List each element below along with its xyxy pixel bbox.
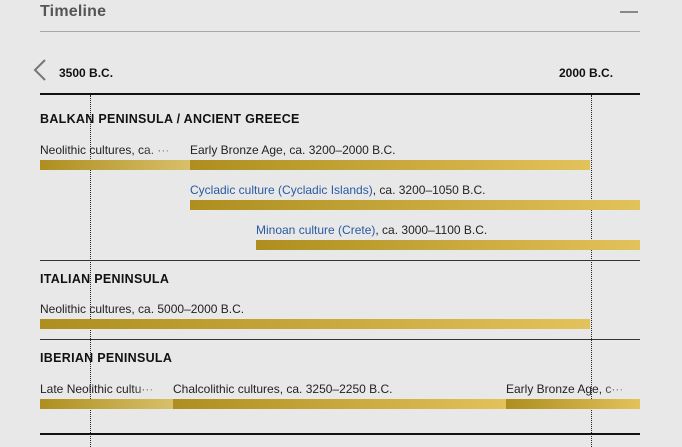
- date-range: , ca. 3200–1050 B.C.: [372, 183, 486, 197]
- timeline-item-label[interactable]: Late Neolithic cultu···: [40, 382, 170, 396]
- region-title-balkan: BALKAN PENINSULA / ANCIENT GREECE: [40, 112, 300, 126]
- region-title-iberian: IBERIAN PENINSULA: [40, 351, 173, 365]
- timeline-item-label[interactable]: Early Bronze Age, c···: [506, 382, 640, 396]
- timeline-bar[interactable]: [40, 319, 590, 329]
- axis-start-label: 3500 B.C.: [59, 66, 114, 80]
- timeline-bar[interactable]: [40, 160, 190, 170]
- timeline-bar[interactable]: [190, 200, 640, 210]
- header-divider: [40, 31, 640, 32]
- cycladic-link[interactable]: Cycladic culture (Cycladic Islands): [190, 183, 373, 197]
- timeline-bar[interactable]: [190, 160, 590, 170]
- timeline-item-label[interactable]: Early Bronze Age, ca. 3200–2000 B.C.: [190, 143, 395, 157]
- timeline-item-label[interactable]: Neolithic cultures, ca. ···: [40, 143, 186, 157]
- chevron-left-icon[interactable]: [31, 58, 51, 82]
- region-divider: [40, 339, 640, 340]
- region-title-italian: ITALIAN PENINSULA: [40, 272, 170, 286]
- timeline-bar[interactable]: [173, 399, 506, 409]
- region-divider: [40, 260, 640, 261]
- timeline-bar[interactable]: [40, 399, 173, 409]
- axis-rule: [40, 93, 640, 95]
- timeline-bar[interactable]: [256, 240, 640, 250]
- timeline-item-label[interactable]: Chalcolithic cultures, ca. 3250–2250 B.C…: [173, 382, 392, 396]
- timeline-item-label[interactable]: Neolithic cultures, ca. 5000–2000 B.C.: [40, 302, 244, 316]
- collapse-icon[interactable]: [620, 11, 638, 13]
- minoan-link[interactable]: Minoan culture (Crete): [256, 223, 375, 237]
- timeline-item-label[interactable]: Minoan culture (Crete), ca. 3000–1100 B.…: [256, 223, 487, 237]
- timeline-bar[interactable]: [506, 399, 640, 409]
- region-divider: [40, 433, 640, 435]
- axis-end-label: 2000 B.C.: [559, 66, 614, 80]
- panel-title: Timeline: [40, 3, 107, 20]
- date-range: , ca. 3000–1100 B.C.: [375, 223, 488, 237]
- timeline-item-label[interactable]: Cycladic culture (Cycladic Islands), ca.…: [190, 183, 485, 197]
